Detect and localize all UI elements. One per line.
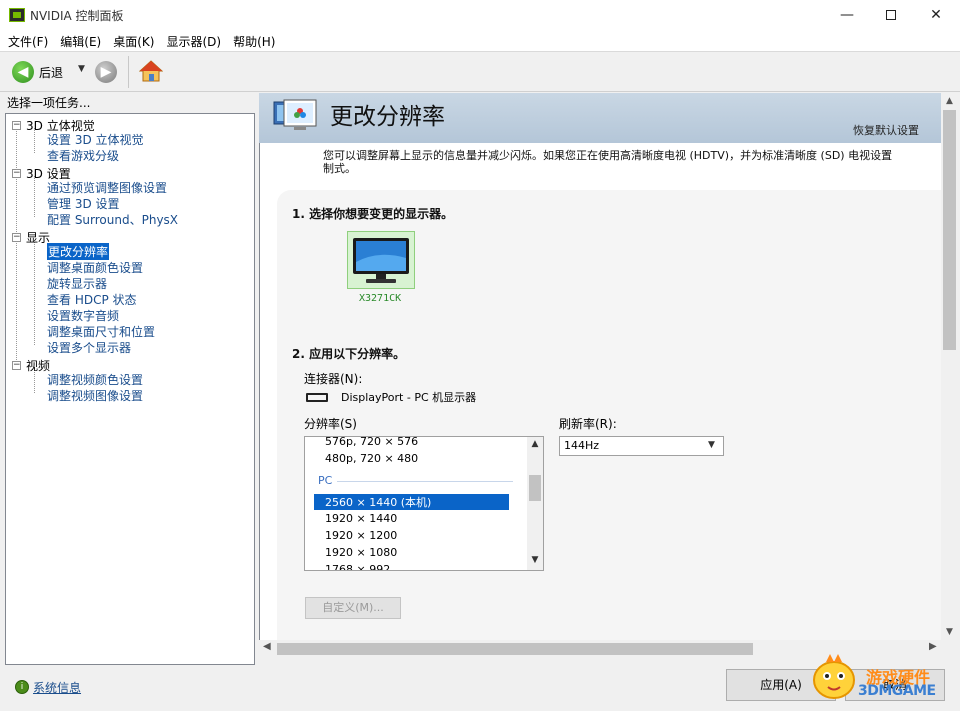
resolution-scrollbar[interactable] (527, 437, 543, 570)
menu-file[interactable]: 文件(F) (0, 30, 48, 51)
toolbar-separator (128, 56, 129, 88)
menu-edit[interactable]: 编辑(E) (52, 30, 101, 51)
window-title: NVIDIA 控制面板 (30, 9, 124, 23)
nvidia-app-icon (9, 8, 25, 22)
group-divider (337, 481, 513, 482)
tree-category-video[interactable]: − 视频 (12, 357, 50, 374)
maximize-icon (886, 10, 896, 20)
tree-item-change-resolution[interactable]: 更改分辨率 (47, 243, 110, 260)
scroll-thumb[interactable] (529, 475, 541, 501)
custom-resolution-button[interactable]: 自定义(M)... (305, 597, 401, 619)
list-item[interactable]: 576p, 720 × 576 (325, 437, 418, 448)
menu-bar: 文件(F) 编辑(E) 桌面(K) 显示器(D) 帮助(H) (0, 30, 960, 52)
resolution-group-header: PC (318, 474, 333, 487)
minimize-icon: — (840, 7, 854, 23)
tree-item-multiple-displays[interactable]: 设置多个显示器 (47, 339, 131, 356)
collapse-icon[interactable]: − (12, 233, 21, 242)
connector-value: DisplayPort - PC 机显示器 (341, 391, 477, 404)
forward-arrow-icon[interactable]: ▶ (95, 61, 117, 83)
back-arrow-icon[interactable]: ◀ (12, 61, 34, 83)
step2-title: 2. 应用以下分辨率。 (292, 347, 406, 361)
monitor-name: X3271CK (359, 293, 402, 304)
close-button[interactable]: ✕ (913, 0, 959, 30)
minimize-button[interactable]: — (824, 0, 870, 30)
scroll-down-icon[interactable]: ▼ (527, 555, 543, 565)
displayport-icon (306, 393, 328, 402)
scroll-thumb[interactable] (277, 643, 753, 655)
menu-help[interactable]: 帮助(H) (225, 30, 275, 51)
list-item[interactable]: 1768 × 992 (325, 563, 390, 570)
back-history-dropdown-icon[interactable]: ▼ (78, 64, 85, 74)
resolution-list[interactable]: 576p, 720 × 576 480p, 720 × 480 PC 2560 … (304, 436, 544, 571)
watermark-logo-text: 3DMGAME (858, 683, 936, 699)
close-icon: ✕ (930, 7, 942, 23)
tree-item-manage-3d[interactable]: 管理 3D 设置 (47, 195, 120, 212)
watermark-mascot-icon (813, 654, 855, 699)
title-bar (0, 0, 960, 30)
tree-item-digital-audio[interactable]: 设置数字音频 (47, 307, 119, 324)
list-item[interactable]: 1920 × 1440 (325, 512, 397, 525)
page-title: 更改分辨率 (330, 104, 445, 130)
task-tree: −3D 立体视觉 设置 3D 立体视觉 查看游戏分级 −3D 设置 通过预览调整… (5, 113, 255, 665)
tree-item-hdcp-status[interactable]: 查看 HDCP 状态 (47, 291, 137, 308)
refresh-rate-select[interactable]: 144Hz (559, 436, 724, 456)
page-description: 您可以调整屏幕上显示的信息量并减少闪烁。如果您正在使用高清晰度电视 (HDTV)… (323, 149, 893, 175)
display-settings-icon (273, 99, 317, 130)
collapse-icon[interactable]: − (12, 361, 21, 370)
menu-desktop[interactable]: 桌面(K) (105, 30, 154, 51)
scroll-right-icon[interactable]: ▶ (929, 641, 937, 652)
system-info-icon[interactable]: i (15, 680, 29, 694)
scroll-thumb[interactable] (943, 110, 956, 350)
list-item-selected[interactable]: 2560 × 1440 (本机) (314, 494, 509, 510)
scroll-up-icon[interactable]: ▲ (527, 439, 543, 449)
scroll-up-icon[interactable]: ▲ (941, 96, 958, 106)
monitor-icon (353, 238, 409, 283)
tree-category-display[interactable]: − 显示 (12, 229, 50, 246)
task-pane-label: 选择一项任务... (7, 96, 91, 110)
tree-item-desktop-size[interactable]: 调整桌面尺寸和位置 (47, 323, 155, 340)
restore-defaults-link[interactable]: 恢复默认设置 (853, 122, 919, 138)
collapse-icon[interactable]: − (12, 121, 21, 130)
scroll-down-icon[interactable]: ▼ (941, 627, 958, 637)
tree-item-game-ratings[interactable]: 查看游戏分级 (47, 147, 119, 164)
system-info-link[interactable]: 系统信息 (33, 679, 81, 696)
tree-item-rotate-display[interactable]: 旋转显示器 (47, 275, 107, 292)
tree-item-video-color[interactable]: 调整视频颜色设置 (47, 371, 143, 388)
maximize-button[interactable] (868, 0, 914, 30)
connector-label: 连接器(N): (304, 372, 363, 386)
monitor-selector[interactable] (347, 231, 415, 289)
step1-title: 1. 选择你想要变更的显示器。 (292, 207, 454, 221)
tree-item-setup-stereo[interactable]: 设置 3D 立体视觉 (47, 131, 144, 148)
list-item[interactable]: 480p, 720 × 480 (325, 452, 418, 465)
collapse-icon[interactable]: − (12, 169, 21, 178)
tree-item-preview-image[interactable]: 通过预览调整图像设置 (47, 179, 167, 196)
back-button-label[interactable]: 后退 (39, 64, 63, 81)
chevron-down-icon[interactable]: ▼ (708, 440, 715, 450)
home-icon[interactable] (139, 59, 163, 83)
tree-item-surround-physx[interactable]: 配置 Surround、PhysX (47, 211, 178, 228)
tree-item-video-image[interactable]: 调整视频图像设置 (47, 387, 143, 404)
scroll-left-icon[interactable]: ◀ (263, 641, 271, 652)
list-item[interactable]: 1920 × 1200 (325, 529, 397, 542)
menu-display[interactable]: 显示器(D) (158, 30, 221, 51)
tree-item-desktop-color[interactable]: 调整桌面颜色设置 (47, 259, 143, 276)
resolution-label: 分辨率(S) (304, 417, 357, 431)
refresh-rate-label: 刷新率(R): (559, 417, 617, 431)
list-item[interactable]: 1920 × 1080 (325, 546, 397, 559)
